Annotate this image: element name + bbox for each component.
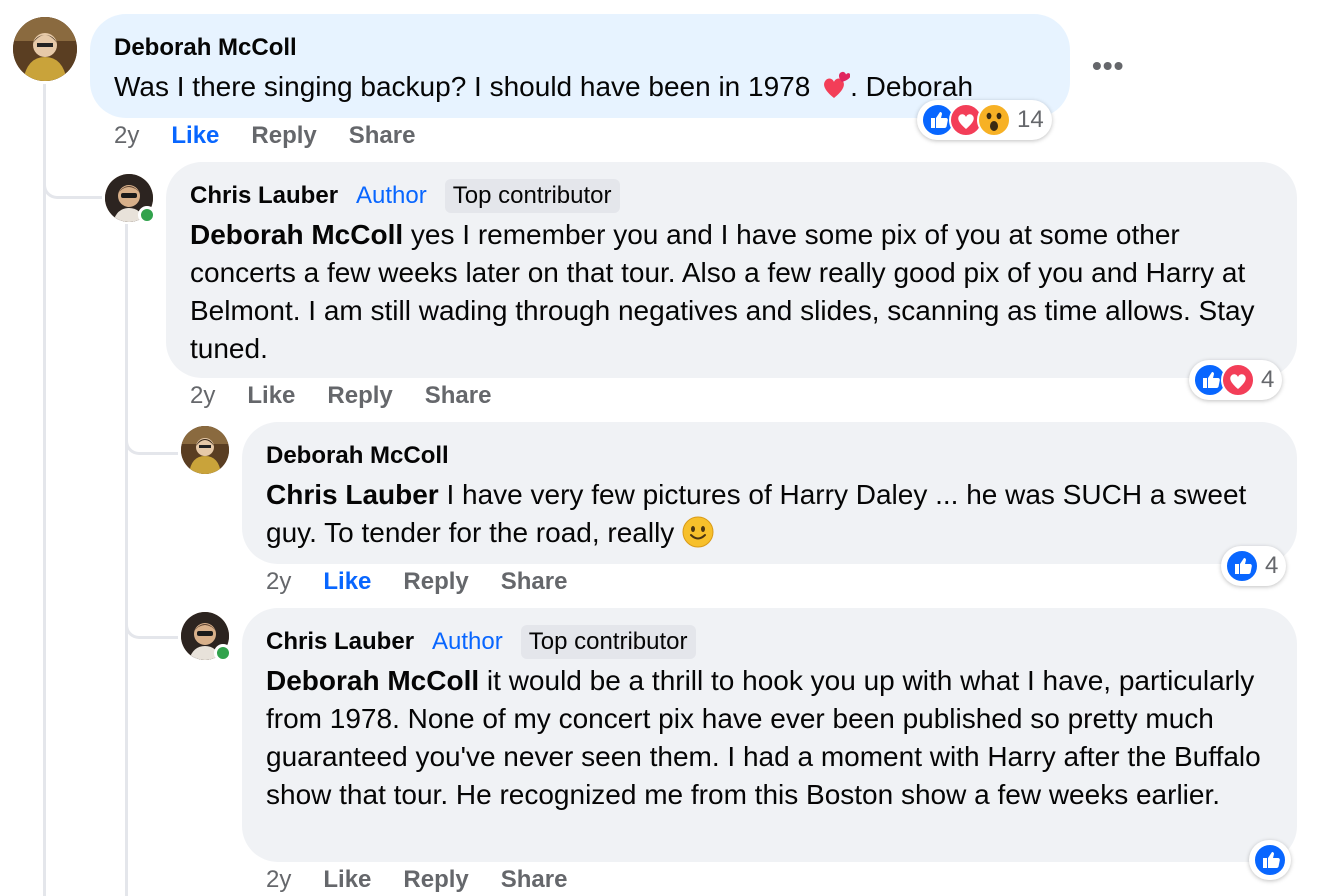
mention-link[interactable]: Deborah McColl xyxy=(190,219,403,250)
comment-actions: 2y Like Reply Share xyxy=(114,122,415,150)
thread-connector xyxy=(125,416,178,455)
top-contributor-badge[interactable]: Top contributor xyxy=(444,179,620,213)
like-button[interactable]: Like xyxy=(247,382,295,410)
comment-bubble[interactable]: Chris Lauber Author Top contributor Debo… xyxy=(166,162,1297,378)
reaction-summary[interactable]: 4 xyxy=(1189,360,1283,400)
comment-text: Chris Lauber I have very few pictures of… xyxy=(266,476,1273,558)
mention-link[interactable]: Deborah McColl xyxy=(266,665,479,696)
more-options-button[interactable]: ••• xyxy=(1092,50,1124,82)
reaction-summary[interactable]: 4 xyxy=(1221,546,1287,586)
share-button[interactable]: Share xyxy=(349,122,416,150)
comment-author[interactable]: Deborah McColl xyxy=(266,442,449,470)
like-reaction-icon xyxy=(1253,843,1287,877)
wow-reaction-icon xyxy=(977,103,1011,137)
reply-button[interactable]: Reply xyxy=(251,122,316,150)
reply-button[interactable]: Reply xyxy=(403,568,468,596)
like-button[interactable]: Like xyxy=(323,866,371,894)
comment-text: Deborah McColl yes I remember you and I … xyxy=(190,219,1255,364)
like-button[interactable]: Like xyxy=(171,122,219,150)
reply-button[interactable]: Reply xyxy=(327,382,392,410)
mention-link[interactable]: Chris Lauber xyxy=(266,479,439,510)
reply-button[interactable]: Reply xyxy=(403,866,468,894)
share-button[interactable]: Share xyxy=(501,568,568,596)
smiley-icon xyxy=(682,516,714,558)
reaction-summary[interactable] xyxy=(1249,840,1291,880)
share-button[interactable]: Share xyxy=(501,866,568,894)
timestamp[interactable]: 2y xyxy=(266,866,291,894)
love-reaction-icon xyxy=(1221,363,1255,397)
like-button[interactable]: Like xyxy=(323,568,371,596)
comment-actions: 2y Like Reply Share xyxy=(266,568,567,596)
thread-line-reply xyxy=(125,224,128,896)
comment-author[interactable]: Deborah McColl xyxy=(114,34,297,62)
author-badge: Author xyxy=(432,628,503,655)
timestamp[interactable]: 2y xyxy=(114,122,139,150)
thread-line-root xyxy=(43,84,46,896)
reaction-count: 4 xyxy=(1261,366,1275,393)
author-badge: Author xyxy=(356,182,427,209)
comment-bubble[interactable]: Deborah McColl Chris Lauber I have very … xyxy=(242,422,1297,564)
comment-text: Was I there singing backup? I should hav… xyxy=(114,68,1046,112)
timestamp[interactable]: 2y xyxy=(266,568,291,596)
comment-actions: 2y Like Reply Share xyxy=(190,382,491,410)
online-status-indicator xyxy=(214,644,232,662)
thread-connector xyxy=(125,600,178,639)
like-reaction-icon xyxy=(1225,549,1259,583)
comment-author[interactable]: Chris Lauber xyxy=(190,182,338,210)
thread-connector xyxy=(43,160,102,199)
share-button[interactable]: Share xyxy=(425,382,492,410)
reaction-count: 4 xyxy=(1265,552,1279,579)
comment-author[interactable]: Chris Lauber xyxy=(266,628,414,656)
timestamp[interactable]: 2y xyxy=(190,382,215,410)
avatar-deborah-mccoll[interactable] xyxy=(181,426,229,474)
avatar-deborah-mccoll[interactable] xyxy=(13,17,77,81)
comment-bubble[interactable]: Chris Lauber Author Top contributor Debo… xyxy=(242,608,1297,862)
comment-text: Deborah McColl it would be a thrill to h… xyxy=(266,665,1261,810)
online-status-indicator xyxy=(138,206,156,224)
top-contributor-badge[interactable]: Top contributor xyxy=(520,625,696,659)
two-hearts-icon xyxy=(818,70,851,112)
reaction-summary[interactable]: 14 xyxy=(917,100,1052,140)
reaction-count: 14 xyxy=(1017,106,1044,133)
comment-actions: 2y Like Reply Share xyxy=(266,866,567,894)
